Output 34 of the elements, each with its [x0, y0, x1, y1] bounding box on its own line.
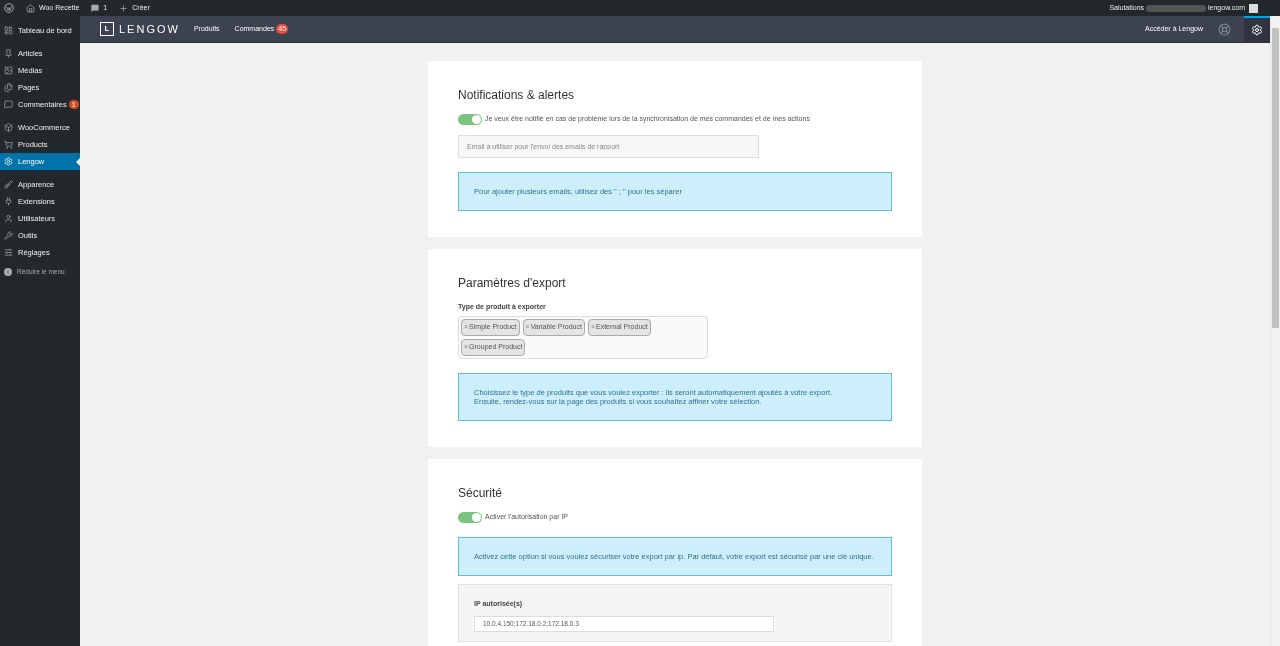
toggle-switch[interactable] [458, 511, 482, 523]
scrollbar[interactable] [1270, 16, 1280, 646]
scrollbar-thumb[interactable] [1272, 28, 1279, 328]
plus-icon [119, 3, 129, 13]
settings-icon [1251, 24, 1263, 36]
home-icon [26, 3, 35, 13]
redacted-block [1146, 4, 1207, 12]
section-title: Notifications & alertes [458, 87, 576, 104]
settings-icon [4, 248, 13, 257]
dashboard-icon [4, 26, 13, 35]
logo-text: LENGOW [119, 21, 180, 37]
brush-icon [4, 180, 13, 189]
section-title: Paramètres d'export [458, 275, 567, 292]
comment-icon [4, 100, 13, 109]
avatar[interactable] [1249, 3, 1258, 13]
pages-icon [4, 83, 13, 92]
gear-icon [4, 157, 13, 166]
collapse-icon [4, 267, 12, 276]
section-title: Sécurité [458, 484, 504, 502]
box-icon [4, 123, 13, 132]
logo-letter: L [100, 22, 114, 36]
lengow-logo[interactable]: L LENGOW [100, 20, 180, 38]
media-icon [4, 66, 13, 75]
cart-icon [4, 140, 13, 149]
toggle-switch[interactable] [458, 114, 482, 125]
pin-icon [4, 49, 13, 58]
comment-icon [91, 4, 100, 12]
plug-icon [4, 197, 13, 206]
wrench-icon [4, 231, 13, 240]
settings-tab[interactable] [1244, 16, 1270, 42]
wordpress-logo-icon[interactable] [4, 3, 14, 13]
user-icon [4, 214, 13, 223]
current-pointer-icon [76, 157, 80, 166]
help-icon[interactable] [1218, 22, 1231, 36]
